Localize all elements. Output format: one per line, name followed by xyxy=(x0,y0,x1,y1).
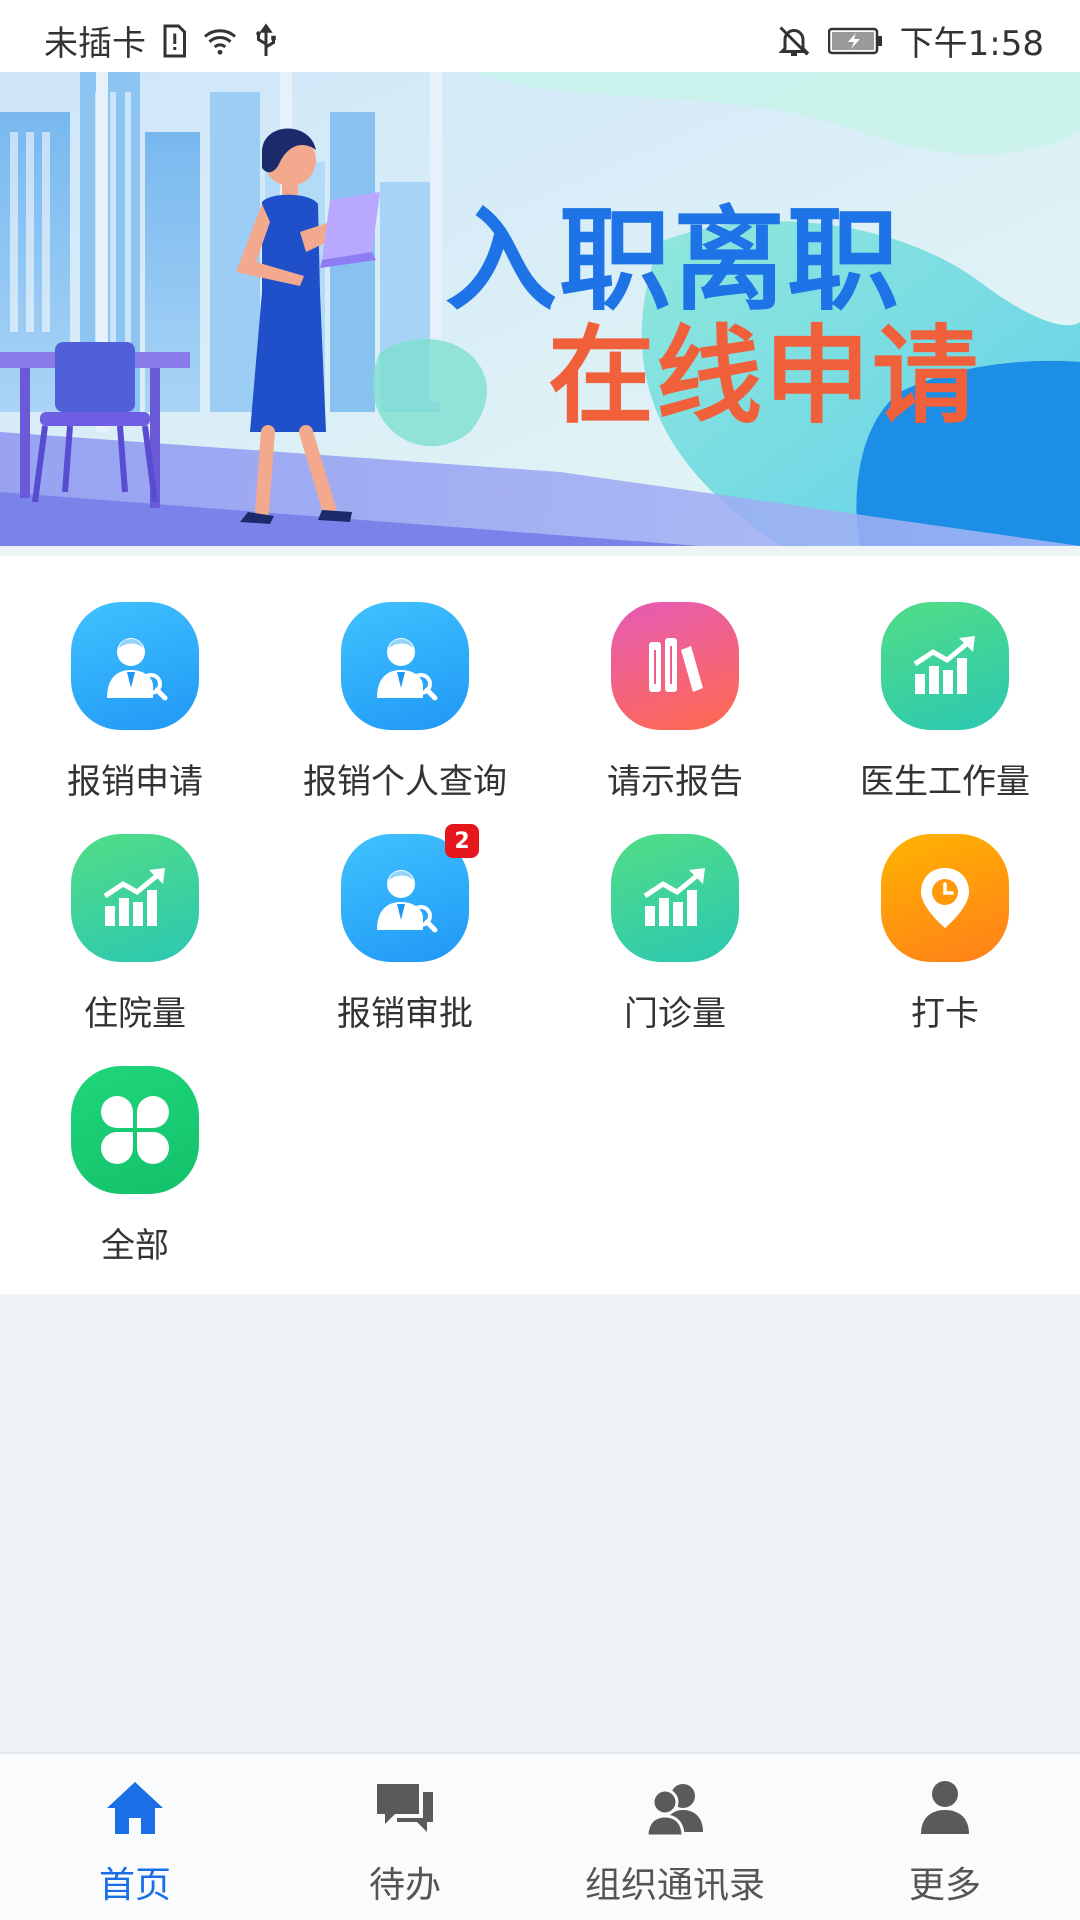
app-label: 医生工作量 xyxy=(860,762,1030,802)
app-item-reimburse-approval[interactable]: 2 报销审批 xyxy=(270,824,540,1044)
notification-badge: 2 xyxy=(445,824,479,858)
person-icon xyxy=(921,1781,969,1834)
app-label: 报销申请 xyxy=(67,762,203,802)
contacts-icon xyxy=(645,1784,703,1838)
user-search-icon: 2 xyxy=(341,824,479,962)
app-item-reimburse-apply[interactable]: 报销申请 xyxy=(0,602,270,812)
home-icon xyxy=(107,1782,163,1834)
nav-label: 组织通讯录 xyxy=(584,1865,765,1906)
growth-chart-icon xyxy=(611,834,739,962)
sim-alert-icon xyxy=(163,24,186,57)
nav-todo[interactable]: 待办 xyxy=(270,1754,540,1920)
banner-title-line2: 在线申请 xyxy=(548,315,980,438)
app-item-outpatient-volume[interactable]: 门诊量 xyxy=(540,834,810,1044)
app-item-doctor-workload[interactable]: 医生工作量 xyxy=(810,602,1080,812)
app-label: 打卡 xyxy=(911,994,979,1034)
app-item-check-in[interactable]: 打卡 xyxy=(810,834,1080,1044)
app-label: 全部 xyxy=(101,1226,169,1266)
app-label: 报销审批 xyxy=(337,994,473,1034)
user-search-icon xyxy=(341,602,469,730)
app-grid: 报销申请 报销个人查询 请示报告 医生工作量 住院量 2 报销审批 门诊量 打卡… xyxy=(0,556,1080,1294)
growth-chart-icon xyxy=(71,834,199,962)
app-item-all[interactable]: 全部 xyxy=(0,1066,270,1276)
app-item-report[interactable]: 请示报告 xyxy=(540,602,810,812)
app-label: 报销个人查询 xyxy=(303,762,507,802)
wifi-icon xyxy=(204,28,236,55)
app-label: 住院量 xyxy=(84,994,186,1034)
location-clock-icon xyxy=(881,834,1009,962)
nav-label: 待办 xyxy=(368,1865,441,1906)
chat-icon xyxy=(377,1784,433,1832)
books-icon xyxy=(611,602,739,730)
nav-more[interactable]: 更多 xyxy=(810,1754,1080,1920)
nav-label: 更多 xyxy=(908,1865,981,1906)
promo-banner[interactable]: 入职离职 在线申请 xyxy=(0,72,1080,546)
clock-text: 下午1:58 xyxy=(899,24,1044,64)
app-item-reimburse-query[interactable]: 报销个人查询 xyxy=(270,602,540,812)
status-left: 未插卡 xyxy=(44,16,284,65)
nav-contacts[interactable]: 组织通讯录 xyxy=(540,1754,810,1920)
nav-home[interactable]: 首页 xyxy=(0,1754,270,1920)
carrier-text: 未插卡 xyxy=(44,24,146,64)
growth-chart-icon xyxy=(881,602,1009,730)
app-item-inpatient-volume[interactable]: 住院量 xyxy=(0,834,270,1044)
mute-icon xyxy=(778,25,810,56)
usb-icon xyxy=(256,22,276,56)
user-search-icon xyxy=(71,602,199,730)
battery-charging-icon xyxy=(827,27,882,54)
app-label: 门诊量 xyxy=(624,994,726,1034)
status-bar: 未插卡 下午1:58 xyxy=(0,0,1080,72)
clover-icon xyxy=(71,1066,199,1194)
app-label: 请示报告 xyxy=(607,762,743,802)
status-right: 下午1:58 xyxy=(776,16,1044,65)
bottom-nav: 首页 待办 组织通讯录 更多 xyxy=(0,1752,1080,1920)
nav-label: 首页 xyxy=(98,1865,171,1906)
